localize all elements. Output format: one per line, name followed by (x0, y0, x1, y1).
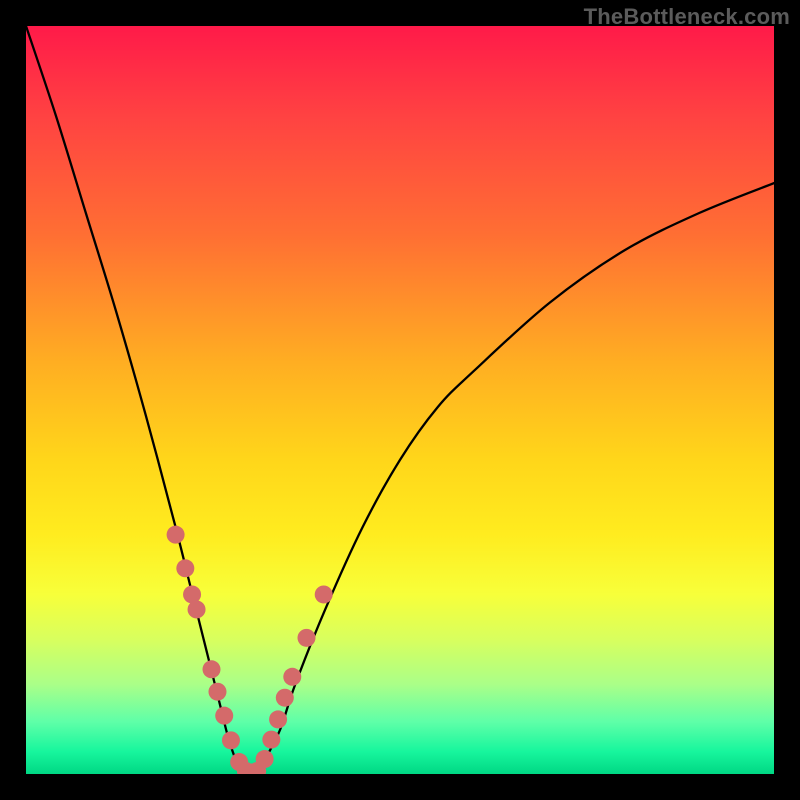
marker-point (176, 559, 194, 577)
curve-layer (26, 26, 774, 774)
marker-point (262, 731, 280, 749)
marker-point (269, 710, 287, 728)
chart-container: TheBottleneck.com (0, 0, 800, 800)
watermark-text: TheBottleneck.com (584, 4, 790, 30)
marker-point (203, 660, 221, 678)
marker-point (222, 731, 240, 749)
marker-point (208, 683, 226, 701)
marker-point (315, 585, 333, 603)
marker-point (256, 750, 274, 768)
chart-svg (26, 26, 774, 774)
marker-point (215, 707, 233, 725)
marker-point (188, 600, 206, 618)
marker-point (276, 689, 294, 707)
marker-point (167, 526, 185, 544)
marker-point (298, 629, 316, 647)
marker-point (283, 668, 301, 686)
bottleneck-curve (26, 26, 774, 774)
plot-area (26, 26, 774, 774)
